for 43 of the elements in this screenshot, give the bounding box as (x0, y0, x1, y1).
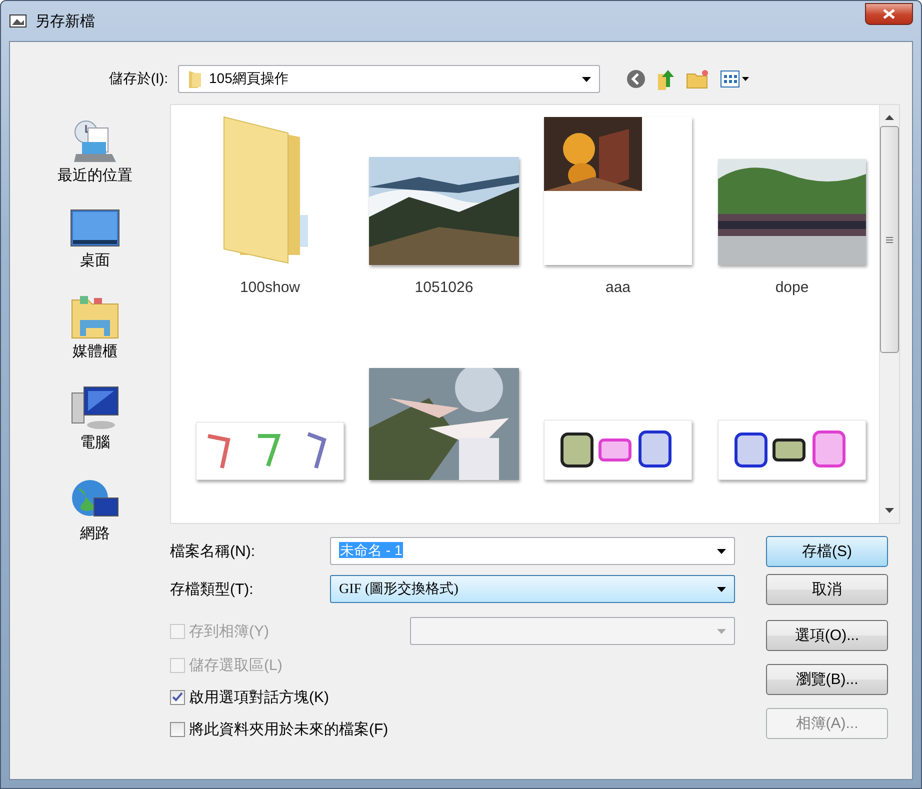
check-icon (172, 692, 183, 702)
app-icon (9, 13, 27, 29)
file-type-dropdown[interactable]: GIF (圖形交換格式) (330, 575, 735, 603)
places-item[interactable]: 最近的位置 (58, 120, 132, 185)
option-checkbox[interactable]: 將此資料夾用於未來的檔案(F) (170, 720, 388, 738)
file-name-label: 檔案名稱(N): (170, 542, 256, 560)
file-type-label: 存檔類型(T): (170, 580, 254, 598)
file-name[interactable]: 1051026 (414, 279, 474, 296)
dialog-button[interactable]: 存檔(S) (766, 536, 888, 567)
dialog-button[interactable]: 取消 (766, 574, 888, 605)
grip-icon (886, 236, 893, 242)
save-in-label: 儲存於(I): (108, 70, 169, 88)
computer-icon (70, 385, 120, 431)
dialog-button[interactable]: 瀏覽(B)... (766, 664, 888, 695)
close-button[interactable] (865, 3, 913, 25)
places-item[interactable]: 電腦 (70, 385, 120, 452)
file-name[interactable]: aaa (605, 279, 631, 296)
dialog-button[interactable]: 選項(O)... (766, 620, 888, 651)
file-name[interactable]: dope (775, 279, 809, 296)
file-name[interactable]: 100show (240, 279, 300, 296)
places-item[interactable]: 網路 (70, 476, 120, 543)
scroll-up-icon[interactable] (885, 115, 894, 120)
caret-icon (717, 548, 726, 554)
window-title: 另存新檔 (35, 12, 95, 30)
close-icon (883, 9, 895, 19)
view-menu-icon[interactable] (720, 70, 750, 88)
caret-icon (582, 76, 591, 82)
clock-document-icon (72, 120, 118, 164)
folder-icon (187, 70, 203, 88)
scrollbar[interactable] (879, 105, 899, 523)
location-dropdown[interactable]: 105網頁操作 (178, 65, 600, 93)
places-item[interactable]: 桌面 (70, 209, 120, 270)
back-icon[interactable] (626, 69, 646, 89)
scroll-thumb[interactable] (880, 126, 899, 353)
new-folder-icon[interactable] (686, 69, 710, 89)
monitor-icon (70, 209, 120, 249)
up-folder-icon[interactable] (656, 68, 676, 90)
places-item[interactable]: 媒體櫃 (70, 294, 120, 361)
caret-icon (717, 586, 726, 592)
caret-icon (717, 628, 726, 634)
option-checkbox[interactable]: 啟用選項對話方塊(K) (170, 688, 329, 706)
scroll-down-icon[interactable] (885, 508, 894, 513)
library-folder-icon (70, 294, 120, 340)
